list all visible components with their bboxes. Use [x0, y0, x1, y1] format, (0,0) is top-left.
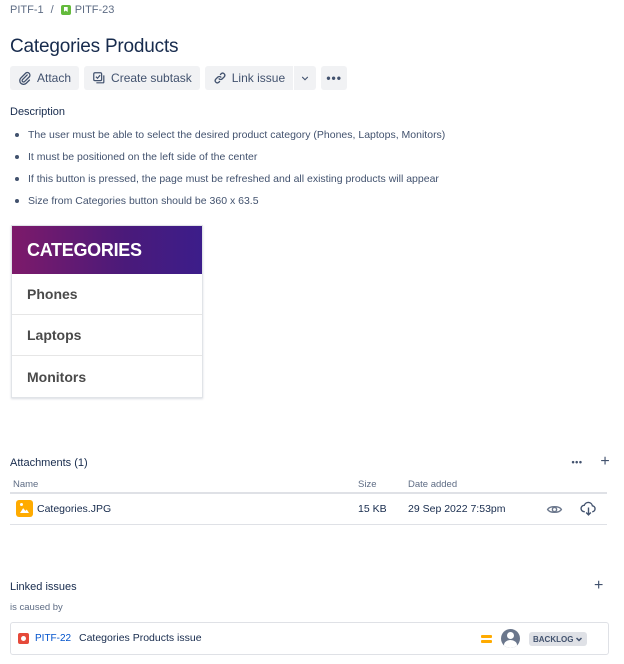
link-issue-button[interactable]: Link issue: [204, 66, 294, 90]
description-label: Description: [10, 106, 66, 118]
link-issue-split-button: Link issue: [204, 66, 317, 91]
column-size-header[interactable]: Size: [358, 479, 376, 490]
column-date-header[interactable]: Date added: [408, 479, 457, 490]
priority-medium-icon: [481, 632, 493, 644]
image-file-icon: [16, 500, 33, 517]
avatar[interactable]: [501, 629, 520, 648]
breadcrumb-parent-link[interactable]: PITF-1: [10, 4, 44, 16]
more-icon: •••: [326, 71, 342, 85]
list-item: If this button is pressed, the page must…: [10, 168, 445, 190]
attachments-title: Attachments (1): [10, 457, 88, 469]
create-subtask-button[interactable]: Create subtask: [84, 66, 200, 90]
issue-toolbar: Attach Create subtask Link issue •••: [10, 66, 348, 91]
attach-label: Attach: [37, 71, 72, 85]
attachment-size: 15 KB: [358, 503, 387, 515]
status-badge[interactable]: BACKLOG: [529, 632, 588, 646]
attachment-filename[interactable]: Categories.JPG: [37, 503, 111, 515]
attach-button[interactable]: Attach: [10, 66, 80, 90]
more-actions-button[interactable]: •••: [321, 66, 348, 90]
categories-header: CATEGORIES: [12, 226, 202, 274]
linked-issues-title: Linked issues: [10, 581, 77, 593]
paperclip-icon: [19, 71, 31, 85]
category-item-laptops: Laptops: [12, 315, 202, 356]
bug-icon: [18, 633, 29, 644]
status-label: BACKLOG: [533, 634, 574, 644]
eye-icon: [546, 506, 563, 513]
column-name-header[interactable]: Name: [13, 479, 38, 490]
preview-button[interactable]: [546, 501, 563, 521]
create-subtask-label: Create subtask: [111, 71, 192, 85]
link-relation-label: is caused by: [10, 602, 63, 613]
linked-issue-key[interactable]: PITF-22: [35, 633, 71, 644]
table-row: Categories.JPG 15 KB 29 Sep 2022 7:53pm: [10, 495, 607, 525]
link-icon: [214, 72, 226, 84]
story-icon: [60, 5, 71, 15]
attachment-date: 29 Sep 2022 7:53pm: [408, 503, 506, 515]
description-list: The user must be able to select the desi…: [10, 124, 445, 212]
breadcrumb-current-link[interactable]: PITF-23: [75, 4, 115, 16]
linked-issue-row[interactable]: PITF-22 Categories Products issue BACKLO…: [10, 622, 609, 655]
linked-issue-summary[interactable]: Categories Products issue: [79, 632, 202, 644]
chevron-down-icon: [302, 76, 309, 81]
add-attachment-button[interactable]: +: [598, 453, 612, 470]
chevron-down-icon: [576, 637, 583, 642]
attachments-more-button[interactable]: •••: [570, 454, 584, 470]
breadcrumb: PITF-1 / PITF-23: [10, 3, 114, 17]
list-item: It must be positioned on the left side o…: [10, 146, 445, 168]
issue-title[interactable]: Categories Products: [10, 36, 179, 58]
cloud-download-icon: [580, 501, 596, 516]
download-button[interactable]: [580, 500, 597, 520]
subtask-icon: [93, 72, 105, 84]
add-linked-issue-button[interactable]: +: [594, 577, 603, 595]
embedded-image-preview[interactable]: CATEGORIES Phones Laptops Monitors: [11, 225, 203, 398]
link-issue-label: Link issue: [231, 71, 286, 85]
attachments-actions: ••• +: [570, 453, 612, 470]
list-item: The user must be able to select the desi…: [10, 124, 445, 146]
link-issue-dropdown-button[interactable]: [294, 66, 317, 90]
list-item: Size from Categories button should be 36…: [10, 190, 445, 212]
category-item-phones: Phones: [12, 274, 202, 315]
breadcrumb-separator: /: [50, 4, 54, 16]
attachments-table-header: Name Size Date added: [10, 475, 607, 494]
category-item-monitors: Monitors: [27, 368, 87, 385]
